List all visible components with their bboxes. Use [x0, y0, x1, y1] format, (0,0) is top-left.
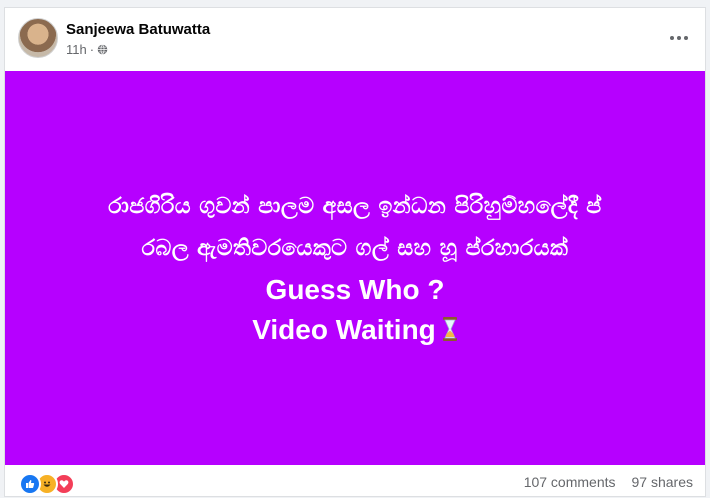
more-options-button[interactable]: [667, 26, 691, 50]
content-line-1: රාජගිරිය ගුවන් පාලම අසල ඉන්ධන පිරිහුම්හල…: [108, 194, 602, 219]
post-content[interactable]: රාජගිරිය ගුවන් පාලම අසල ඉන්ධන පිරිහුම්හල…: [5, 71, 705, 465]
author-name[interactable]: Sanjeewa Batuwatta: [66, 21, 210, 38]
like-icon: [19, 473, 41, 495]
post-meta: 11h ·: [66, 42, 108, 57]
reaction-summary[interactable]: [19, 473, 75, 495]
hourglass-icon: [442, 317, 457, 341]
post-header: Sanjeewa Batuwatta 11h ·: [5, 8, 705, 71]
author-avatar[interactable]: [18, 18, 58, 58]
content-line-4: Video Waiting: [252, 310, 458, 350]
more-horizontal-icon: [670, 36, 688, 40]
shares-count[interactable]: 97 shares: [632, 474, 693, 490]
post-footer: 107 comments 97 shares: [5, 465, 705, 496]
globe-icon[interactable]: [97, 44, 108, 55]
post-card: Sanjeewa Batuwatta 11h · රාජගිරිය ගුවන් …: [5, 8, 705, 496]
post-time[interactable]: 11h: [66, 42, 87, 57]
content-line-2: රබල ඇමතිවරයෙකුට ගල් සහ හූ ප්රහාරයක්: [141, 236, 569, 261]
comments-count[interactable]: 107 comments: [524, 474, 616, 490]
meta-separator: ·: [89, 42, 95, 57]
content-line-3: Guess Who ?: [265, 274, 445, 305]
engagement-counts: 107 comments 97 shares: [524, 474, 693, 490]
content-line-4-text: Video Waiting: [252, 314, 436, 345]
